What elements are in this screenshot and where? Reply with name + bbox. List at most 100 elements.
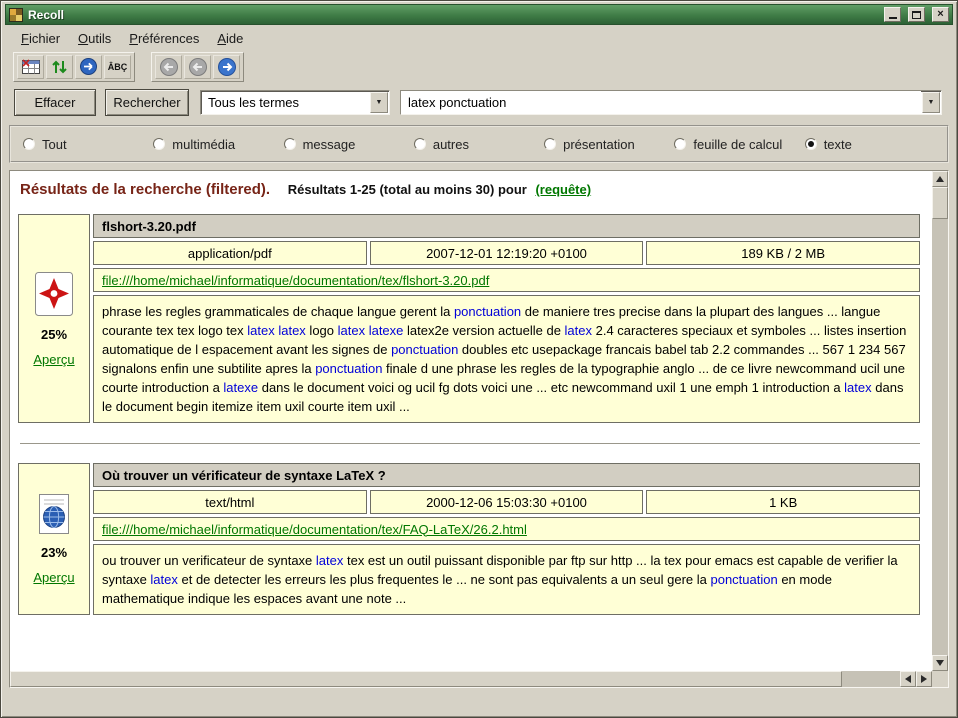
filter-message[interactable]: message	[284, 137, 414, 152]
filter-texte[interactable]: texte	[805, 137, 935, 152]
chevron-down-icon: ▼	[928, 99, 935, 106]
arrow-right-icon	[921, 675, 927, 683]
vertical-scrollbar-thumb[interactable]	[932, 187, 948, 219]
preview-link[interactable]: Aperçu	[33, 352, 74, 367]
next-page-button[interactable]	[213, 55, 240, 79]
clear-search-button[interactable]	[17, 55, 44, 79]
app-icon	[9, 8, 23, 22]
filter-tout[interactable]: Tout	[23, 137, 153, 152]
result-title: Où trouver un vérificateur de syntaxe La…	[93, 463, 920, 487]
toolbar-group-main: ÂBÇ	[13, 52, 135, 82]
results-area: Résultats de la recherche (filtered). Ré…	[9, 170, 949, 688]
result-title: flshort-3.20.pdf	[93, 214, 920, 238]
query-input[interactable]	[401, 91, 921, 114]
search-type-dropdown-button[interactable]: ▼	[370, 92, 388, 113]
html-page-icon	[36, 493, 72, 535]
radio-icon	[674, 138, 686, 150]
filter-label: texte	[824, 137, 852, 152]
radio-icon	[544, 138, 556, 150]
filter-label: autres	[433, 137, 469, 152]
preview-link[interactable]: Aperçu	[33, 570, 74, 585]
filter-label: feuille de calcul	[693, 137, 782, 152]
close-button[interactable]: ×	[932, 7, 949, 22]
minimize-button[interactable]	[884, 7, 901, 22]
open-url-button[interactable]	[75, 55, 102, 79]
maximize-button[interactable]	[908, 7, 925, 22]
term-explorer-button[interactable]: ÂBÇ	[104, 55, 131, 79]
query-link[interactable]: (requête)	[535, 182, 591, 197]
result-url-link[interactable]: file:///home/michael/informatique/docume…	[102, 273, 489, 288]
arrow-down-icon	[936, 660, 944, 666]
scrollbar-corner	[932, 671, 948, 687]
horizontal-scrollbar-track[interactable]	[842, 671, 900, 687]
back-arrow-disabled-icon	[188, 57, 208, 77]
radio-icon	[284, 138, 296, 150]
category-filter-bar: Tout multimédia message autres présentat…	[9, 125, 949, 163]
scroll-up-button[interactable]	[932, 171, 948, 187]
result-item: 23% Aperçu Où trouver un vérificateur de…	[18, 463, 920, 615]
maximize-icon	[912, 11, 921, 19]
scroll-down-button[interactable]	[932, 655, 948, 671]
arrow-up-icon	[936, 176, 944, 182]
relevance-badge: 23%	[41, 545, 67, 560]
recoll-window: Recoll × Fichier Outils Préférences Aide	[0, 0, 958, 718]
window-title: Recoll	[28, 8, 877, 22]
result-url-row: file:///home/michael/informatique/docume…	[93, 517, 920, 541]
sort-arrows-icon	[51, 58, 68, 76]
search-type-value: Tous les termes	[201, 95, 369, 110]
menu-aide[interactable]: Aide	[208, 29, 252, 48]
vertical-scrollbar-track[interactable]	[932, 219, 948, 655]
menu-preferences[interactable]: Préférences	[120, 29, 208, 48]
query-dropdown-button[interactable]: ▼	[922, 92, 940, 113]
result-separator	[20, 443, 920, 444]
result-abstract: phrase les regles grammaticales de chaqu…	[93, 295, 920, 423]
back-arrow-disabled-icon	[159, 57, 179, 77]
scroll-left-button[interactable]	[900, 671, 916, 687]
menu-fichier[interactable]: Fichier	[12, 29, 69, 48]
sort-button[interactable]	[46, 55, 73, 79]
result-size: 1 KB	[646, 490, 920, 514]
result-side-panel: 25% Aperçu	[18, 214, 90, 423]
toolbar: ÂBÇ	[6, 51, 952, 82]
radio-icon	[805, 138, 817, 150]
search-bar: Effacer Rechercher Tous les termes ▼ ▼	[14, 89, 942, 116]
filter-presentation[interactable]: présentation	[544, 137, 674, 152]
first-page-button[interactable]	[155, 55, 182, 79]
filter-label: Tout	[42, 137, 67, 152]
search-type-combobox[interactable]: Tous les termes ▼	[200, 90, 390, 115]
prev-page-button[interactable]	[184, 55, 211, 79]
result-url-row: file:///home/michael/informatique/docume…	[93, 268, 920, 292]
forward-arrow-icon	[217, 57, 237, 77]
horizontal-scrollbar[interactable]	[10, 671, 932, 687]
results-title: Résultats de la recherche (filtered).	[20, 181, 270, 198]
result-url-link[interactable]: file:///home/michael/informatique/docume…	[102, 522, 527, 537]
close-icon: ×	[937, 9, 943, 20]
horizontal-scrollbar-thumb[interactable]	[10, 671, 842, 687]
radio-icon	[414, 138, 426, 150]
result-mime: application/pdf	[93, 241, 367, 265]
result-item: 25% Aperçu flshort-3.20.pdf application/…	[18, 214, 920, 423]
toolbar-group-nav	[151, 52, 244, 82]
filter-label: message	[303, 137, 356, 152]
menu-outils[interactable]: Outils	[69, 29, 120, 48]
clear-button[interactable]: Effacer	[14, 89, 96, 116]
query-combobox: ▼	[400, 90, 942, 115]
result-size: 189 KB / 2 MB	[646, 241, 920, 265]
results-summary: Résultats 1-25 (total au moins 30) pour	[288, 182, 527, 197]
results-header: Résultats de la recherche (filtered). Ré…	[20, 181, 922, 198]
results-list: Résultats de la recherche (filtered). Ré…	[10, 171, 932, 671]
search-button[interactable]: Rechercher	[105, 89, 189, 116]
titlebar[interactable]: Recoll ×	[5, 4, 953, 25]
vertical-scrollbar[interactable]	[932, 171, 948, 671]
filter-label: présentation	[563, 137, 635, 152]
filter-autres[interactable]: autres	[414, 137, 544, 152]
scroll-right-button[interactable]	[916, 671, 932, 687]
filter-multimedia[interactable]: multimédia	[153, 137, 283, 152]
result-date: 2000-12-06 15:03:30 +0100	[370, 490, 644, 514]
result-meta-row: application/pdf 2007-12-01 12:19:20 +010…	[93, 241, 920, 265]
result-side-panel: 23% Aperçu	[18, 463, 90, 615]
table-clear-icon	[21, 58, 41, 76]
filter-feuille-de-calcul[interactable]: feuille de calcul	[674, 137, 804, 152]
minimize-icon	[889, 11, 897, 19]
result-meta-row: text/html 2000-12-06 15:03:30 +0100 1 KB	[93, 490, 920, 514]
